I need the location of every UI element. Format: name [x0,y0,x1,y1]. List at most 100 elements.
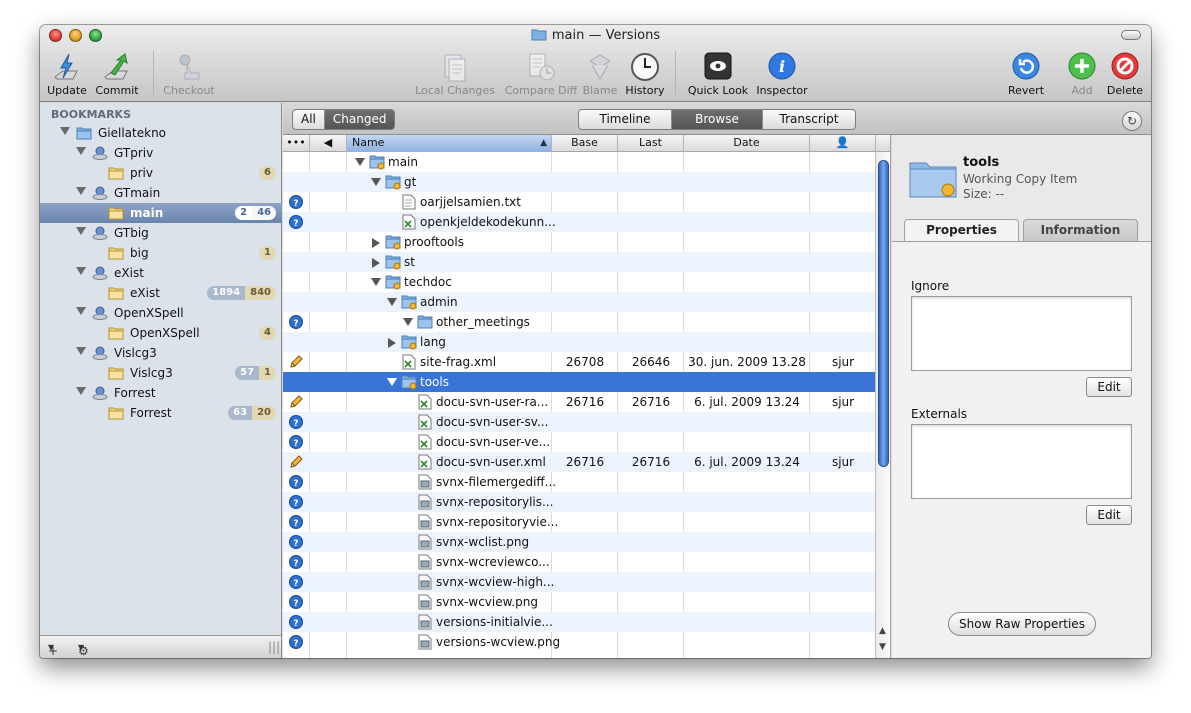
image-file-icon [418,634,432,650]
file-row[interactable]: ? svnx-wclist.png [283,532,875,552]
sidebar-item[interactable]: Vislcg3 [40,343,282,363]
unversioned-status-icon: ? [289,215,303,229]
disclosure-triangle[interactable] [371,278,381,286]
file-row[interactable]: gt [283,172,875,192]
scroll-up-arrow[interactable]: ▲ [879,626,886,636]
file-row[interactable]: st [283,252,875,272]
disclosure-triangle[interactable] [371,178,381,186]
disclosure-triangle[interactable] [76,387,86,395]
file-row[interactable]: admin [283,292,875,312]
sidebar-item[interactable]: priv 6 [40,163,282,183]
sidebar-item[interactable]: Forrest [40,383,282,403]
sidebar-item[interactable]: GTmain [40,183,282,203]
column-author[interactable]: 👤 [810,135,876,152]
action-menu-button[interactable]: ⚙ ▾ [78,640,89,658]
file-row[interactable]: ? svnx-repositoryvie... [283,512,875,532]
timeline-button[interactable]: Timeline [579,110,671,129]
disclosure-triangle[interactable] [76,347,86,355]
quick-look-button[interactable]: Quick Look [688,49,748,99]
disclosure-triangle[interactable] [76,307,86,315]
column-tag[interactable]: ◀ [310,135,347,152]
file-row[interactable]: ? docu-svn-user-sv... [283,412,875,432]
show-raw-properties-button[interactable]: Show Raw Properties [948,612,1096,636]
disclosure-triangle[interactable] [387,298,397,306]
column-date[interactable]: Date [684,135,810,152]
file-row[interactable]: ? oarjjelsamien.txt [283,192,875,212]
file-row[interactable]: techdoc [283,272,875,292]
file-row[interactable]: docu-svn-user.xml 26716 26716 6. jul. 2009 … [283,452,875,472]
file-row[interactable]: ? svnx-wcview.png [283,592,875,612]
vertical-scrollbar[interactable]: ▲ ▼ [875,152,890,658]
file-row[interactable]: ? svnx-filemergediff... [283,472,875,492]
sidebar-item[interactable]: main 2 46 [40,203,282,223]
local-changes-button[interactable]: Local Changes [415,49,495,99]
sidebar-item[interactable]: Vislcg3 57 1 [40,363,282,383]
sidebar-item[interactable]: GTpriv [40,143,282,163]
column-name[interactable]: Name ▲ [347,135,552,152]
ignore-field[interactable] [911,296,1132,371]
disclosure-triangle[interactable] [355,158,365,166]
file-row[interactable]: ? docu-svn-user-ve... [283,432,875,452]
file-row[interactable]: ? openkjeldekodekunn... [283,212,875,232]
compare-diff-button[interactable]: Compare Diff [505,49,577,99]
sidebar-resize-handle[interactable]: ||| [268,640,280,654]
toolbar-toggle-button[interactable] [1121,30,1141,40]
change-count-badge: 6 [259,166,276,180]
sidebar-item[interactable]: GTbig [40,223,282,243]
change-count-badge: 2 46 [235,206,276,220]
tab-information[interactable]: Information [1023,219,1138,241]
svg-text:?: ? [293,599,298,609]
browse-button[interactable]: Browse [671,110,762,129]
sidebar-item[interactable]: eXist [40,263,282,283]
scrollbar-thumb[interactable] [878,160,889,467]
sidebar-item[interactable]: big 1 [40,243,282,263]
filter-all-button[interactable]: All [293,110,324,129]
transcript-button[interactable]: Transcript [762,110,855,129]
tab-properties[interactable]: Properties [904,219,1019,241]
disclosure-triangle[interactable] [76,187,86,195]
file-row[interactable]: ? svnx-wcview-high... [283,572,875,592]
disclosure-triangle[interactable] [372,258,380,268]
sidebar-item[interactable]: Giellatekno [40,123,282,143]
disclosure-triangle[interactable] [387,378,397,386]
edit-externals-button[interactable]: Edit [1086,505,1132,525]
column-base[interactable]: Base [552,135,618,152]
column-last[interactable]: Last [618,135,684,152]
sidebar-item[interactable]: eXist 1894 840 [40,283,282,303]
disclosure-triangle[interactable] [388,338,396,348]
column-status[interactable]: ••• [283,135,310,152]
file-row[interactable]: main [283,152,875,172]
disclosure-triangle[interactable] [372,238,380,248]
disclosure-triangle[interactable] [403,318,413,326]
file-row[interactable]: lang [283,332,875,352]
file-row[interactable]: site-frag.xml 26708 26646 30. jun. 2009 13.… [283,352,875,372]
filter-changed-button[interactable]: Changed [323,110,395,129]
edit-ignore-button[interactable]: Edit [1086,377,1132,397]
file-row[interactable]: ? versions-wcview.png [283,632,875,652]
scroll-down-arrow[interactable]: ▼ [879,642,886,652]
disclosure-triangle[interactable] [76,227,86,235]
delete-button[interactable]: Delete [1107,49,1143,99]
file-row[interactable]: ? other_meetings [283,312,875,332]
inspector-button[interactable]: i Inspector [756,49,808,99]
sidebar-item[interactable]: OpenXSpell 4 [40,323,282,343]
disclosure-triangle[interactable] [60,127,70,135]
checkout-button[interactable]: Checkout [163,49,215,99]
externals-field[interactable] [911,424,1132,499]
file-row[interactable]: prooftools [283,232,875,252]
disclosure-triangle[interactable] [76,147,86,155]
add-bookmark-button[interactable]: + ▾ [48,640,58,658]
file-row[interactable]: ? svnx-wcreviewco... [283,552,875,572]
file-row[interactable]: ? versions-initialvie... [283,612,875,632]
sidebar-item[interactable]: OpenXSpell [40,303,282,323]
revert-button[interactable]: Revert [1008,49,1044,99]
svg-text:?: ? [293,539,298,549]
history-button[interactable]: History [625,49,665,99]
file-row[interactable]: tools [283,372,875,392]
refresh-button[interactable]: ↻ [1122,111,1142,131]
file-row[interactable]: docu-svn-user-ra... 26716 26716 6. jul. 200… [283,392,875,412]
sidebar-item[interactable]: Forrest 63 20 [40,403,282,423]
file-row[interactable]: ? svnx-repositorylis... [283,492,875,512]
disclosure-triangle[interactable] [76,267,86,275]
commit-button[interactable]: Commit [95,49,139,99]
